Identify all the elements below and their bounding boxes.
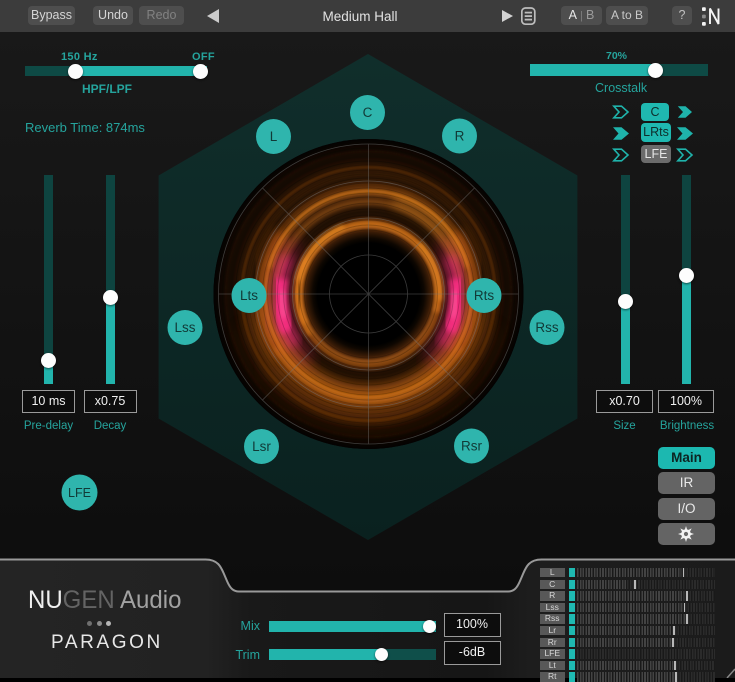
svg-text:Lsr: Lsr (252, 439, 271, 454)
svg-text:C: C (363, 105, 373, 120)
svg-text:Rsr: Rsr (461, 439, 482, 454)
svg-text:R: R (455, 129, 465, 144)
svg-text:Lss: Lss (174, 320, 195, 335)
svg-text:Lts: Lts (240, 288, 258, 303)
svg-text:L: L (270, 129, 278, 144)
svg-text:LFE: LFE (68, 486, 91, 500)
svg-text:Rts: Rts (474, 288, 495, 303)
svg-text:Rss: Rss (535, 320, 558, 335)
